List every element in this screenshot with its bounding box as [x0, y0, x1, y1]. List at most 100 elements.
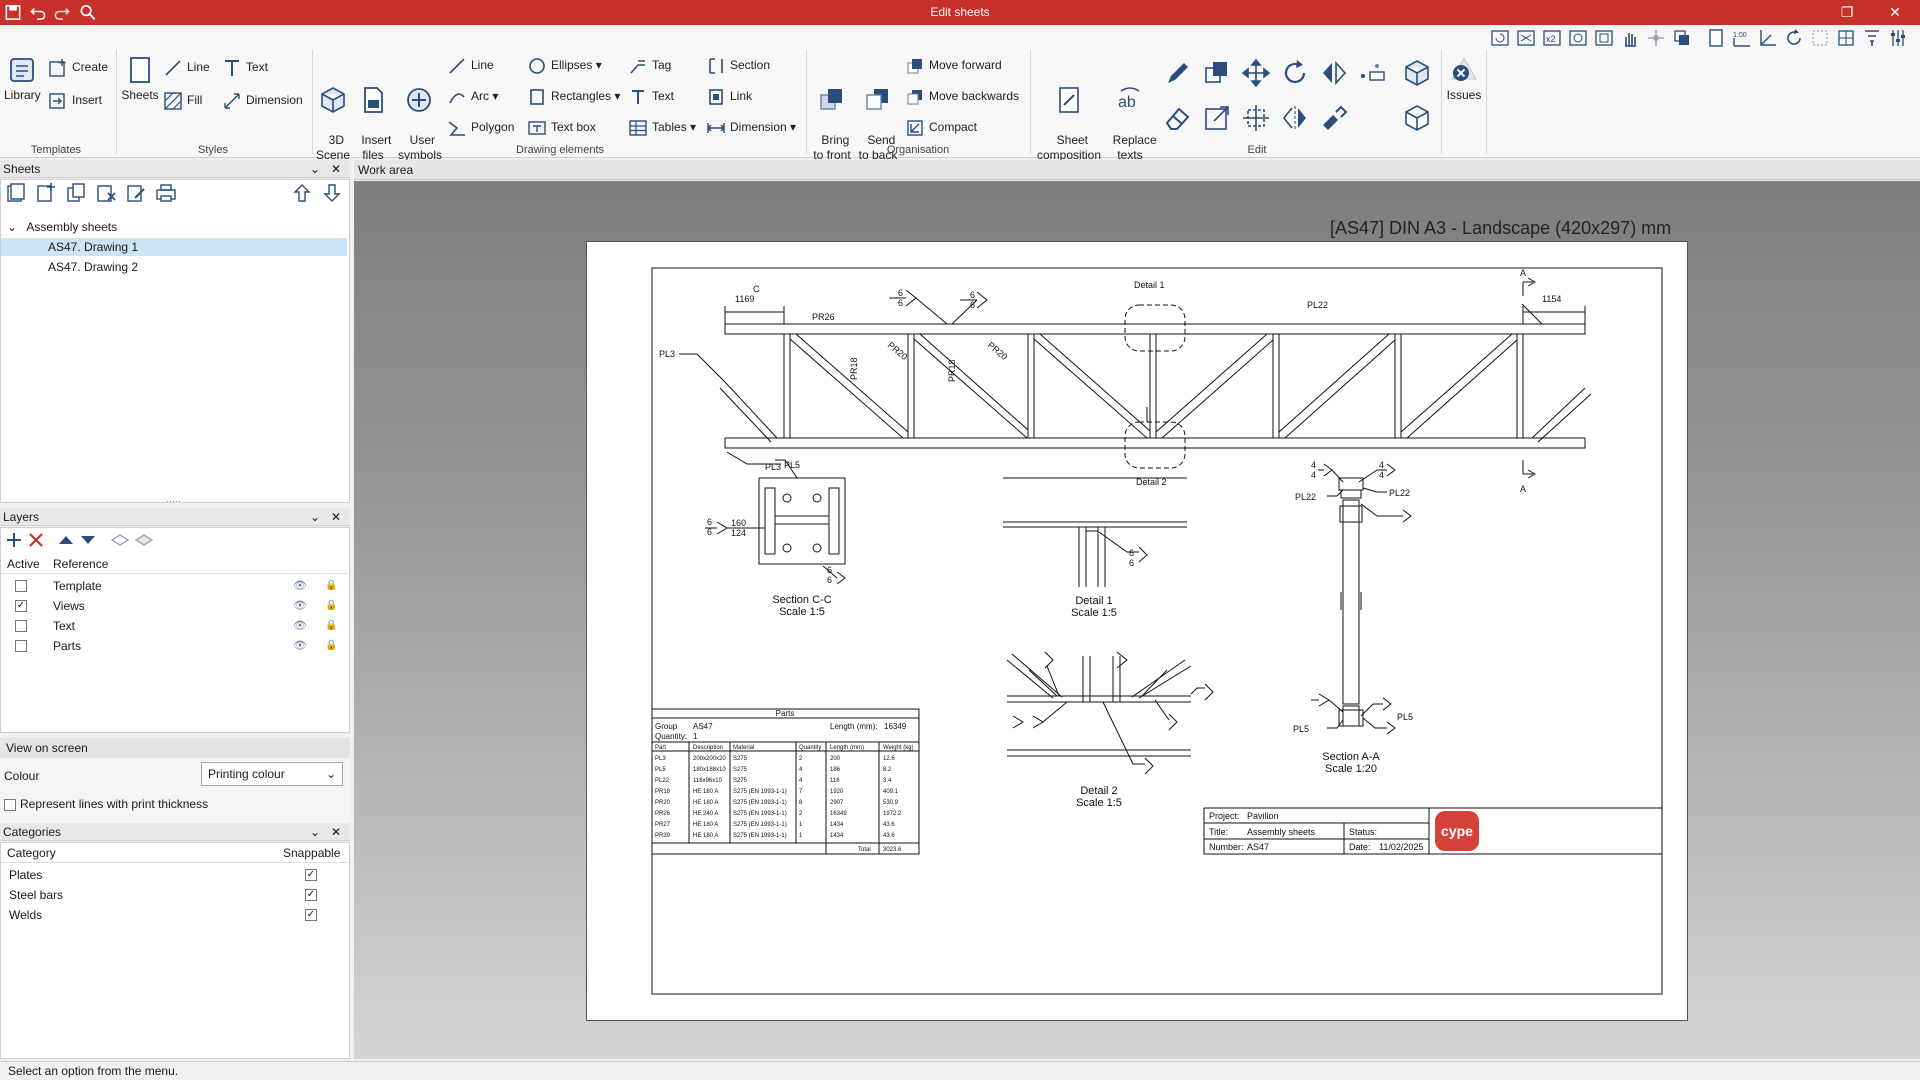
- sheet-item-drawing-2[interactable]: AS47. Drawing 2: [48, 258, 138, 276]
- delete-layer-icon[interactable]: [25, 529, 47, 551]
- line-button[interactable]: Line: [447, 54, 494, 76]
- orbit-icon[interactable]: [1646, 28, 1666, 48]
- move-layer-down-icon[interactable]: [77, 529, 99, 551]
- chevron-down-icon[interactable]: ⌄: [310, 508, 320, 526]
- layer-active-checkbox[interactable]: ✓: [15, 600, 27, 612]
- new-sheet-icon[interactable]: [5, 182, 27, 204]
- category-row[interactable]: Welds ✓: [3, 905, 347, 925]
- tag-button[interactable]: Tag: [628, 54, 671, 76]
- layers-show-icon[interactable]: [133, 529, 155, 551]
- sheet-composition-button[interactable]: Sheet composition: [1033, 55, 1105, 163]
- chevron-down-icon[interactable]: ⌄: [310, 160, 320, 178]
- layer-active-checkbox[interactable]: [15, 580, 27, 592]
- close-icon[interactable]: ✕: [331, 160, 341, 178]
- close-window-button[interactable]: ✕: [1880, 2, 1910, 22]
- chevron-down-icon[interactable]: ⌄: [310, 823, 320, 841]
- fill-style-button[interactable]: Fill: [163, 89, 202, 111]
- refresh-icon[interactable]: [1784, 28, 1804, 48]
- array-icon[interactable]: [1358, 58, 1388, 88]
- move-layer-up-icon[interactable]: [55, 529, 77, 551]
- eye-icon[interactable]: 👁: [293, 636, 307, 656]
- dimension-button[interactable]: Dimension ▾: [706, 116, 796, 138]
- settings-sliders-icon[interactable]: [1888, 28, 1908, 48]
- compact-button[interactable]: Compact: [905, 116, 977, 138]
- stretch-icon[interactable]: [1241, 103, 1271, 133]
- snappable-checkbox[interactable]: ✓: [305, 909, 317, 921]
- 3d-view-icon[interactable]: [1402, 58, 1432, 88]
- lock-icon[interactable]: 🔒: [325, 576, 337, 596]
- restore-button[interactable]: ❐: [1832, 2, 1862, 22]
- insert-files-button[interactable]: Insert files: [354, 55, 392, 163]
- layer-row[interactable]: Parts 👁 🔒: [3, 636, 347, 656]
- text-box-button[interactable]: Text box: [527, 116, 596, 138]
- layer-active-checkbox[interactable]: [15, 640, 27, 652]
- mirror-icon[interactable]: [1319, 58, 1349, 88]
- move-icon[interactable]: [1241, 58, 1271, 88]
- lock-icon[interactable]: 🔒: [325, 616, 337, 636]
- view-refresh-icon[interactable]: [1490, 28, 1510, 48]
- zoom-2x-icon[interactable]: x2: [1542, 28, 1562, 48]
- scale-icon[interactable]: [1202, 103, 1232, 133]
- arrow-up-icon[interactable]: [291, 182, 313, 204]
- zoom-window-icon[interactable]: [1516, 28, 1536, 48]
- eye-icon[interactable]: 👁: [293, 616, 307, 636]
- insert-template-button[interactable]: Insert: [48, 89, 102, 111]
- filter-icon[interactable]: [1862, 28, 1882, 48]
- layers-hide-icon[interactable]: [109, 529, 131, 551]
- view-layers-icon[interactable]: [1672, 28, 1692, 48]
- category-row[interactable]: Plates ✓: [3, 865, 347, 885]
- drawing-sheet[interactable]: 1169 1154 PR26 PR18 PR20 PR18 PR20 PL3 P…: [586, 241, 1688, 1021]
- user-symbols-button[interactable]: User symbols: [398, 55, 442, 163]
- lock-icon[interactable]: 🔒: [325, 636, 337, 656]
- represent-lines-checkbox[interactable]: [4, 799, 16, 811]
- rectangles-button[interactable]: Rectangles ▾: [527, 85, 620, 107]
- tree-group-assembly-sheets[interactable]: ⌄ Assembly sheets: [7, 218, 117, 236]
- arrow-down-icon[interactable]: [321, 182, 343, 204]
- category-row[interactable]: Steel bars ✓: [3, 885, 347, 905]
- edit-sheet-icon[interactable]: [125, 182, 147, 204]
- issues-button[interactable]: Issues: [1444, 55, 1484, 103]
- layer-row[interactable]: Template 👁 🔒: [3, 576, 347, 596]
- eraser-icon[interactable]: [1163, 103, 1193, 133]
- rotate-icon[interactable]: [1280, 58, 1310, 88]
- axis-icon[interactable]: [1758, 28, 1778, 48]
- link-button[interactable]: Link: [706, 85, 752, 107]
- scale-100-icon[interactable]: 1:00: [1732, 28, 1752, 48]
- lock-icon[interactable]: 🔒: [325, 596, 337, 616]
- print-icon[interactable]: [155, 182, 177, 204]
- eye-icon[interactable]: 👁: [293, 596, 307, 616]
- ellipses-button[interactable]: Ellipses ▾: [527, 54, 602, 76]
- replace-texts-button[interactable]: ab Replace texts: [1106, 55, 1157, 163]
- sheets-style-button[interactable]: Sheets: [121, 55, 159, 103]
- copy-icon[interactable]: [1202, 58, 1232, 88]
- line-style-button[interactable]: Line: [163, 56, 210, 78]
- polygon-button[interactable]: Polygon: [447, 116, 514, 138]
- zoom-fit-icon[interactable]: [1594, 28, 1614, 48]
- duplicate-sheet-icon[interactable]: [65, 182, 87, 204]
- add-layer-icon[interactable]: [3, 529, 25, 551]
- eye-icon[interactable]: 👁: [293, 576, 307, 596]
- 3d-scene-button[interactable]: 3D Scene: [315, 55, 351, 163]
- delete-sheet-icon[interactable]: [95, 182, 117, 204]
- text-button[interactable]: Text: [628, 85, 674, 107]
- layer-row[interactable]: Text 👁 🔒: [3, 616, 347, 636]
- create-template-button[interactable]: Create: [48, 56, 108, 78]
- snappable-checkbox[interactable]: ✓: [305, 869, 317, 881]
- bring-to-front-button[interactable]: Bring to front: [810, 55, 854, 163]
- symmetry-icon[interactable]: [1280, 103, 1310, 133]
- add-sheet-icon[interactable]: [35, 182, 57, 204]
- resize-grip[interactable]: ·····: [166, 496, 181, 506]
- tables-button[interactable]: Tables ▾: [628, 116, 696, 138]
- snappable-checkbox[interactable]: ✓: [305, 889, 317, 901]
- pan-hand-icon[interactable]: [1620, 28, 1640, 48]
- library-button[interactable]: Library: [4, 55, 41, 103]
- 3d-model-icon[interactable]: [1402, 103, 1432, 133]
- arc-button[interactable]: Arc ▾: [447, 85, 498, 107]
- move-forward-button[interactable]: Move forward: [905, 54, 1002, 76]
- properties-brush-icon[interactable]: [1319, 103, 1349, 133]
- text-style-button[interactable]: Text: [222, 56, 268, 78]
- chevron-down-icon[interactable]: ⌄: [7, 220, 17, 234]
- zoom-extents-icon[interactable]: [1568, 28, 1588, 48]
- close-icon[interactable]: ✕: [331, 823, 341, 841]
- page-view-icon[interactable]: [1706, 28, 1726, 48]
